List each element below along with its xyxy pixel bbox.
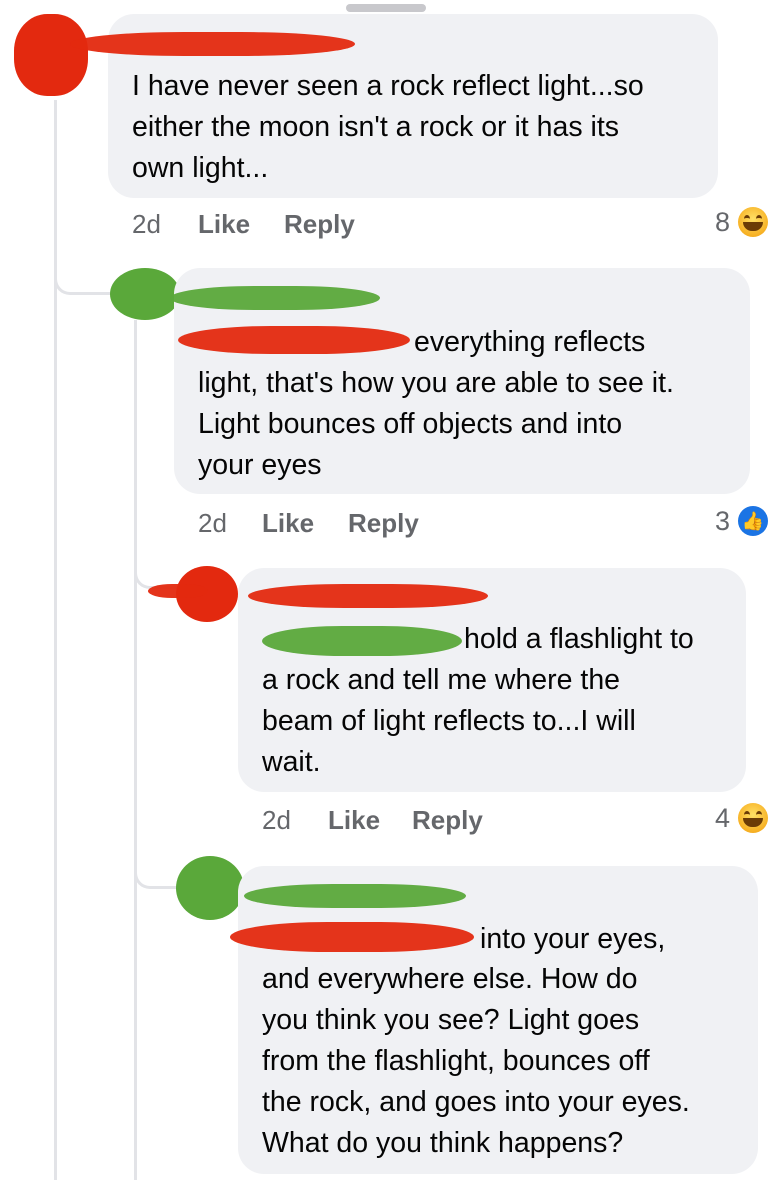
comment-actions: 2d Like Reply [198,506,498,540]
redacted-mention [178,326,410,354]
redacted-mention [230,922,474,952]
like-button[interactable]: Like [262,506,314,540]
redacted-author-name [248,584,488,608]
comment-text-line: What do you think happens? [262,1127,624,1159]
comment-text-line: own light... [132,152,269,184]
reaction-count: 3 [714,506,730,536]
comment-text-line: Light bounces off objects and into [198,408,623,440]
avatar[interactable] [110,268,180,320]
reaction-count: 4 [714,803,730,833]
redacted-author-name [244,884,466,908]
like-button[interactable]: Like [198,207,250,241]
redacted-avatar-scribble [148,584,208,598]
redacted-mention [262,626,462,656]
timestamp[interactable]: 2d [132,207,161,241]
comment-text-line: from the flashlight, bounces off [262,1045,650,1077]
comment-text-line: a rock and tell me where the [262,664,621,696]
comment-text-line: hold a flashlight to [464,623,694,655]
reply-button[interactable]: Reply [348,506,419,540]
redacted-author-name [170,286,380,310]
comment-text-line: light, that's how you are able to see it… [198,367,674,399]
like-icon: 👍 [738,506,768,536]
sheet-grabber[interactable] [346,4,426,12]
haha-emoji-icon [738,207,768,237]
comment-text-line: the rock, and goes into your eyes. [262,1086,690,1118]
comment-text-line: either the moon isn't a rock or it has i… [132,111,619,143]
comment-text-line: beam of light reflects to...I will [262,705,636,737]
reply-button[interactable]: Reply [284,207,355,241]
reaction-summary[interactable]: 3 👍 [680,504,768,538]
like-button[interactable]: Like [328,803,380,837]
comment-text-line: and everywhere else. How do [262,963,638,995]
comment-actions: 2d Like Reply [262,803,562,837]
comment-text-line: into your eyes, [480,923,666,955]
reaction-count: 8 [714,207,730,237]
timestamp[interactable]: 2d [198,506,227,540]
comment-text-line: I have never seen a rock reflect light..… [132,70,644,102]
comment-text-line: everything reflects [414,326,646,358]
comment-actions: 2d Like Reply [132,207,432,241]
thread-elbow [54,240,115,295]
avatar[interactable] [14,14,88,96]
comment-text-line: you think you see? Light goes [262,1004,640,1036]
avatar[interactable] [176,856,244,920]
haha-emoji-icon [738,803,768,833]
reaction-summary[interactable]: 8 [680,205,768,239]
comment-text-line: wait. [262,746,321,778]
redacted-author-name [70,32,355,56]
comment-text-line: your eyes [198,449,322,481]
thread-line [134,320,137,1180]
reaction-summary[interactable]: 4 [680,801,768,835]
timestamp[interactable]: 2d [262,803,291,837]
reply-button[interactable]: Reply [412,803,483,837]
